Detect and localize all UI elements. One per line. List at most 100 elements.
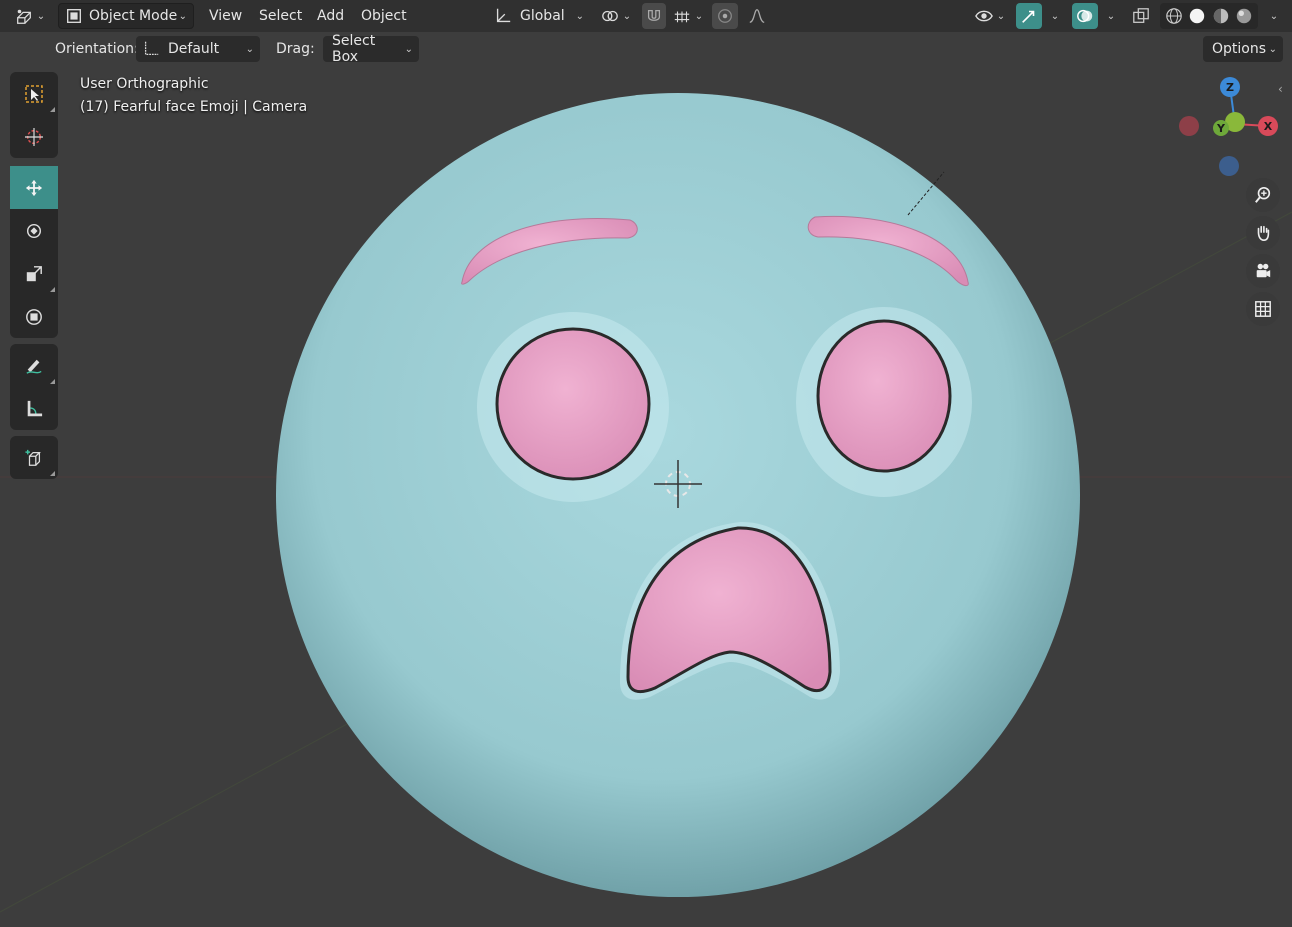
proportional-edit-toggle[interactable] bbox=[712, 3, 738, 29]
menu-object[interactable]: Object bbox=[357, 3, 411, 29]
orientation-setting-dropdown[interactable]: Default ⌄ bbox=[136, 36, 260, 62]
options-label: Options bbox=[1212, 41, 1267, 57]
tool-group-annotate bbox=[10, 344, 58, 430]
chevron-down-icon: ⌄ bbox=[245, 43, 254, 55]
rendered-shading-icon[interactable] bbox=[1235, 7, 1253, 25]
gizmo-y-axis[interactable]: Y bbox=[1213, 120, 1229, 136]
pivot-icon bbox=[601, 10, 618, 22]
shading-dropdown[interactable]: ⌄ bbox=[1262, 3, 1282, 29]
viewport-scene bbox=[0, 93, 1292, 913]
chevron-down-icon: ⌄ bbox=[1268, 43, 1277, 55]
left-eye bbox=[495, 327, 651, 481]
proportional-edit-icon bbox=[718, 9, 732, 23]
snap-increment-icon bbox=[674, 11, 689, 23]
transform-orientation-dropdown[interactable]: Global ⌄ bbox=[490, 3, 588, 29]
chevron-down-icon: ⌄ bbox=[404, 43, 413, 55]
solid-shading-icon[interactable] bbox=[1188, 7, 1206, 25]
gizmo-z-axis[interactable]: Z bbox=[1220, 77, 1240, 97]
chevron-down-icon: ⌄ bbox=[694, 10, 704, 22]
annotate-icon bbox=[26, 359, 42, 374]
hand-icon bbox=[1257, 225, 1270, 242]
zoom-icon bbox=[1255, 186, 1271, 203]
chevron-down-icon: ⌄ bbox=[575, 10, 584, 22]
orientation-label: Global bbox=[520, 8, 565, 24]
transform-icon bbox=[26, 308, 42, 325]
mode-dropdown[interactable]: Object Mode ⌄ bbox=[58, 3, 194, 29]
sidebar-toggle-icon[interactable]: ‹ bbox=[1278, 82, 1283, 96]
editor-type-button[interactable]: ⌄ bbox=[10, 3, 50, 29]
orientation-axes-icon bbox=[496, 8, 511, 23]
xray-toggle[interactable] bbox=[1128, 3, 1154, 29]
tool-group-transform bbox=[10, 166, 58, 338]
cursor-tool[interactable] bbox=[10, 115, 58, 158]
object-mode-icon bbox=[67, 9, 81, 23]
chevron-down-icon: ⌄ bbox=[996, 10, 1006, 22]
pivot-point-dropdown[interactable]: ⌄ bbox=[598, 3, 634, 29]
rotate-tool[interactable] bbox=[10, 209, 58, 252]
orientation-axes-icon bbox=[144, 41, 159, 56]
view-name: User Orthographic bbox=[80, 76, 209, 92]
tool-group-add bbox=[10, 436, 58, 479]
add-cube-icon bbox=[25, 449, 41, 466]
gizmo-icon bbox=[1022, 10, 1035, 23]
camera-icon bbox=[1256, 263, 1271, 278]
wireframe-shading-icon[interactable] bbox=[1165, 7, 1183, 25]
pan-button[interactable] bbox=[1246, 216, 1280, 250]
options-dropdown[interactable]: Options ⌄ bbox=[1203, 36, 1283, 62]
menu-select[interactable]: Select bbox=[255, 3, 306, 29]
move-tool[interactable] bbox=[10, 166, 58, 209]
gizmo-dropdown[interactable]: ⌄ bbox=[1043, 3, 1063, 29]
overlays-icon bbox=[1077, 9, 1093, 23]
shading-mode-group bbox=[1160, 3, 1258, 29]
drag-setting-value: Select Box bbox=[332, 33, 376, 65]
drag-setting-dropdown[interactable]: Select Box ⌄ bbox=[323, 33, 419, 65]
drag-setting-label: Drag: bbox=[276, 41, 315, 57]
snap-target-dropdown[interactable]: ⌄ bbox=[668, 3, 708, 29]
visibility-dropdown[interactable]: ⌄ bbox=[970, 3, 1010, 29]
tool-group-select bbox=[10, 72, 58, 158]
scale-tool[interactable] bbox=[10, 252, 58, 295]
mode-label: Object Mode bbox=[89, 8, 178, 24]
object-info: (17) Fearful face Emoji | Camera bbox=[80, 99, 308, 115]
add-cube-tool[interactable] bbox=[10, 436, 58, 479]
cursor-icon bbox=[25, 127, 43, 146]
zoom-button[interactable] bbox=[1246, 178, 1280, 212]
gizmo-x-axis[interactable]: X bbox=[1258, 116, 1278, 136]
viewport-header: ⌄ Object Mode ⌄ View Select Add Object G… bbox=[0, 0, 1292, 32]
transform-tool[interactable] bbox=[10, 295, 58, 338]
gizmo-toggle[interactable] bbox=[1016, 3, 1042, 29]
snap-magnet-icon bbox=[647, 9, 661, 21]
annotate-tool[interactable] bbox=[10, 344, 58, 387]
overlays-dropdown[interactable]: ⌄ bbox=[1099, 3, 1119, 29]
scale-icon bbox=[26, 265, 42, 281]
menu-view[interactable]: View bbox=[205, 3, 246, 29]
move-icon bbox=[25, 179, 43, 196]
editor-type-icon bbox=[16, 9, 31, 24]
select-box-tool[interactable] bbox=[10, 72, 58, 115]
chevron-down-icon: ⌄ bbox=[36, 10, 46, 22]
chevron-down-icon: ⌄ bbox=[622, 10, 632, 22]
chevron-down-icon: ⌄ bbox=[1106, 10, 1116, 22]
3d-viewport[interactable]: User Orthographic (17) Fearful face Emoj… bbox=[0, 32, 1292, 927]
orientation-setting-value: Default bbox=[168, 41, 220, 57]
overlays-toggle[interactable] bbox=[1072, 3, 1098, 29]
grid-icon bbox=[1255, 301, 1271, 317]
chevron-down-icon: ⌄ bbox=[1050, 10, 1060, 22]
chevron-down-icon: ⌄ bbox=[178, 10, 187, 22]
chevron-down-icon: ⌄ bbox=[1269, 10, 1279, 22]
material-shading-icon[interactable] bbox=[1212, 7, 1230, 25]
right-eye bbox=[816, 319, 952, 473]
eye-icon bbox=[974, 10, 993, 22]
rotate-icon bbox=[26, 223, 42, 238]
measure-icon bbox=[27, 400, 43, 416]
select-box-icon bbox=[25, 84, 43, 103]
falloff-dropdown[interactable] bbox=[740, 3, 774, 29]
falloff-curve-icon bbox=[749, 9, 765, 23]
toggle-projection-button[interactable] bbox=[1246, 292, 1280, 326]
xray-icon bbox=[1133, 8, 1149, 23]
menu-add[interactable]: Add bbox=[313, 3, 348, 29]
orientation-setting-label: Orientation: bbox=[55, 41, 139, 57]
measure-tool[interactable] bbox=[10, 387, 58, 430]
camera-view-button[interactable] bbox=[1246, 254, 1280, 288]
snap-toggle[interactable] bbox=[642, 3, 666, 29]
